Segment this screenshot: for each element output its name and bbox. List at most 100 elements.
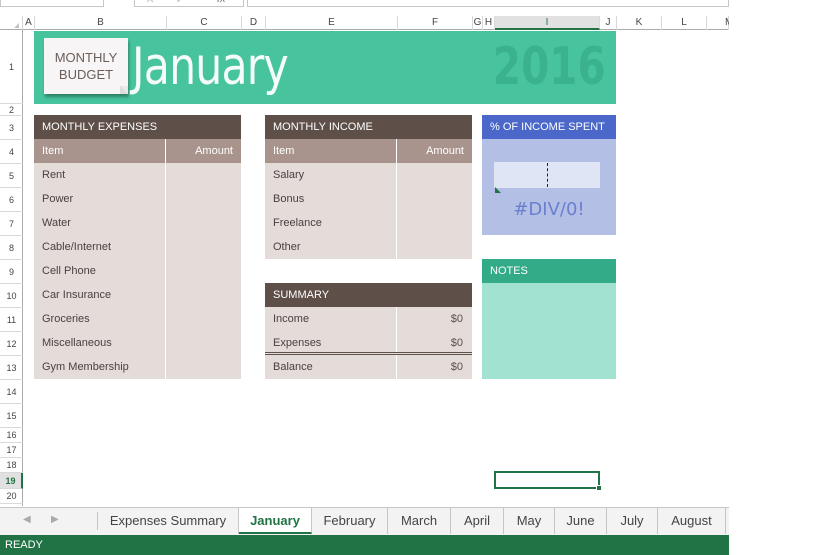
row-header-2[interactable]: 2 (0, 104, 23, 116)
column-headers: A B C D E F G H I J K L M (0, 16, 733, 30)
row-header-10[interactable]: 10 (0, 284, 23, 308)
expense-amount[interactable] (166, 259, 241, 283)
summary-label-balance[interactable]: Balance (265, 355, 397, 379)
column-header-m[interactable]: M (707, 16, 733, 30)
table-row: Water (34, 211, 241, 235)
scroll-tabs-right-icon[interactable]: ▶ (51, 514, 59, 525)
expense-item[interactable]: Power (34, 187, 166, 211)
row-header-12[interactable]: 12 (0, 332, 23, 356)
income-header-row: Item Amount (265, 139, 472, 163)
income-item[interactable]: Freelance (265, 211, 397, 235)
summary-label-expenses[interactable]: Expenses (265, 331, 397, 352)
expense-amount[interactable] (166, 211, 241, 235)
row-header-8[interactable]: 8 (0, 236, 23, 260)
scroll-tabs-left-icon[interactable]: ◀ (23, 514, 31, 525)
sheet-tab-may[interactable]: May (504, 508, 555, 534)
income-amount[interactable] (397, 187, 472, 211)
expense-item[interactable]: Cable/Internet (34, 235, 166, 259)
expenses-col-amount[interactable]: Amount (166, 139, 241, 163)
row-header-5[interactable]: 5 (0, 164, 23, 188)
expense-item[interactable]: Cell Phone (34, 259, 166, 283)
cancel-icon[interactable]: ✕ (145, 0, 154, 6)
row-header-4[interactable]: 4 (0, 140, 23, 164)
column-header-f[interactable]: F (398, 16, 473, 30)
row-header-17[interactable]: 17 (0, 443, 23, 458)
expense-item[interactable]: Water (34, 211, 166, 235)
expense-amount[interactable] (166, 355, 241, 379)
summary-value-expenses[interactable]: $0 (397, 331, 472, 352)
row-header-7[interactable]: 7 (0, 212, 23, 236)
income-item[interactable]: Bonus (265, 187, 397, 211)
summary-label-income[interactable]: Income (265, 307, 397, 331)
sheet-tab-august[interactable]: August (658, 508, 726, 534)
formula-input[interactable] (247, 0, 729, 7)
income-col-item[interactable]: Item (265, 139, 397, 163)
fill-handle[interactable] (596, 485, 602, 491)
column-header-j[interactable]: J (600, 16, 617, 30)
name-box[interactable] (0, 0, 104, 7)
expense-amount[interactable] (166, 163, 241, 187)
table-row: Cable/Internet (34, 235, 241, 259)
column-header-a[interactable]: A (23, 16, 35, 30)
percent-spent-value[interactable]: #DIV/0! (482, 199, 616, 220)
sheet-tab-march[interactable]: March (388, 508, 451, 534)
column-header-i[interactable]: I (495, 16, 600, 30)
column-header-g[interactable]: G (473, 16, 483, 30)
expenses-col-item[interactable]: Item (34, 139, 166, 163)
sheet-tab-april[interactable]: April (451, 508, 504, 534)
expense-item[interactable]: Car Insurance (34, 283, 166, 307)
column-header-k[interactable]: K (617, 16, 662, 30)
expense-item[interactable]: Groceries (34, 307, 166, 331)
expense-item[interactable]: Rent (34, 163, 166, 187)
sheet-tab-january[interactable]: January (239, 508, 312, 534)
expense-amount[interactable] (166, 331, 241, 355)
expense-item[interactable]: Miscellaneous (34, 331, 166, 355)
row-header-20[interactable]: 20 (0, 489, 23, 504)
income-item[interactable]: Salary (265, 163, 397, 187)
column-header-l[interactable]: L (662, 16, 707, 30)
column-header-e[interactable]: E (266, 16, 398, 30)
row-header-13[interactable]: 13 (0, 356, 23, 380)
select-all-button[interactable] (0, 16, 23, 30)
column-header-c[interactable]: C (167, 16, 242, 30)
row-header-18[interactable]: 18 (0, 458, 23, 473)
expense-amount[interactable] (166, 187, 241, 211)
table-row: Power (34, 187, 241, 211)
column-header-h[interactable]: H (483, 16, 495, 30)
row-header-3[interactable]: 3 (0, 116, 23, 140)
error-indicator-icon[interactable] (495, 187, 501, 193)
row-header-1[interactable]: 1 (0, 30, 23, 104)
row-header-16[interactable]: 16 (0, 428, 23, 443)
column-header-d[interactable]: D (242, 16, 266, 30)
row-header-19[interactable]: 19 (0, 473, 23, 489)
sheet-tab-expenses-summary[interactable]: Expenses Summary (98, 508, 239, 534)
row-header-11[interactable]: 11 (0, 308, 23, 332)
notes-content[interactable] (482, 283, 616, 379)
selected-cell[interactable] (494, 471, 602, 491)
sheet-tab-february[interactable]: February (312, 508, 388, 534)
summary-value-balance[interactable]: $0 (397, 355, 472, 379)
income-amount[interactable] (397, 235, 472, 259)
expense-item[interactable]: Gym Membership (34, 355, 166, 379)
income-col-amount[interactable]: Amount (397, 139, 472, 163)
table-row: Rent (34, 163, 241, 187)
row-header-15[interactable]: 15 (0, 404, 23, 428)
fx-button[interactable]: fx (217, 0, 226, 5)
summary-value-income[interactable]: $0 (397, 307, 472, 331)
sheet-tab-july[interactable]: July (607, 508, 658, 534)
summary-title: SUMMARY (265, 283, 472, 307)
income-amount[interactable] (397, 211, 472, 235)
percent-spent-bar (494, 162, 600, 188)
row-header-14[interactable]: 14 (0, 380, 23, 404)
month-title: January (132, 37, 289, 97)
enter-icon[interactable]: ✓ (175, 0, 184, 6)
row-header-9[interactable]: 9 (0, 260, 23, 284)
income-item[interactable]: Other (265, 235, 397, 259)
column-header-b[interactable]: B (35, 16, 167, 30)
sheet-tab-june[interactable]: June (555, 508, 607, 534)
expense-amount[interactable] (166, 235, 241, 259)
income-amount[interactable] (397, 163, 472, 187)
expense-amount[interactable] (166, 283, 241, 307)
row-header-6[interactable]: 6 (0, 188, 23, 212)
expense-amount[interactable] (166, 307, 241, 331)
